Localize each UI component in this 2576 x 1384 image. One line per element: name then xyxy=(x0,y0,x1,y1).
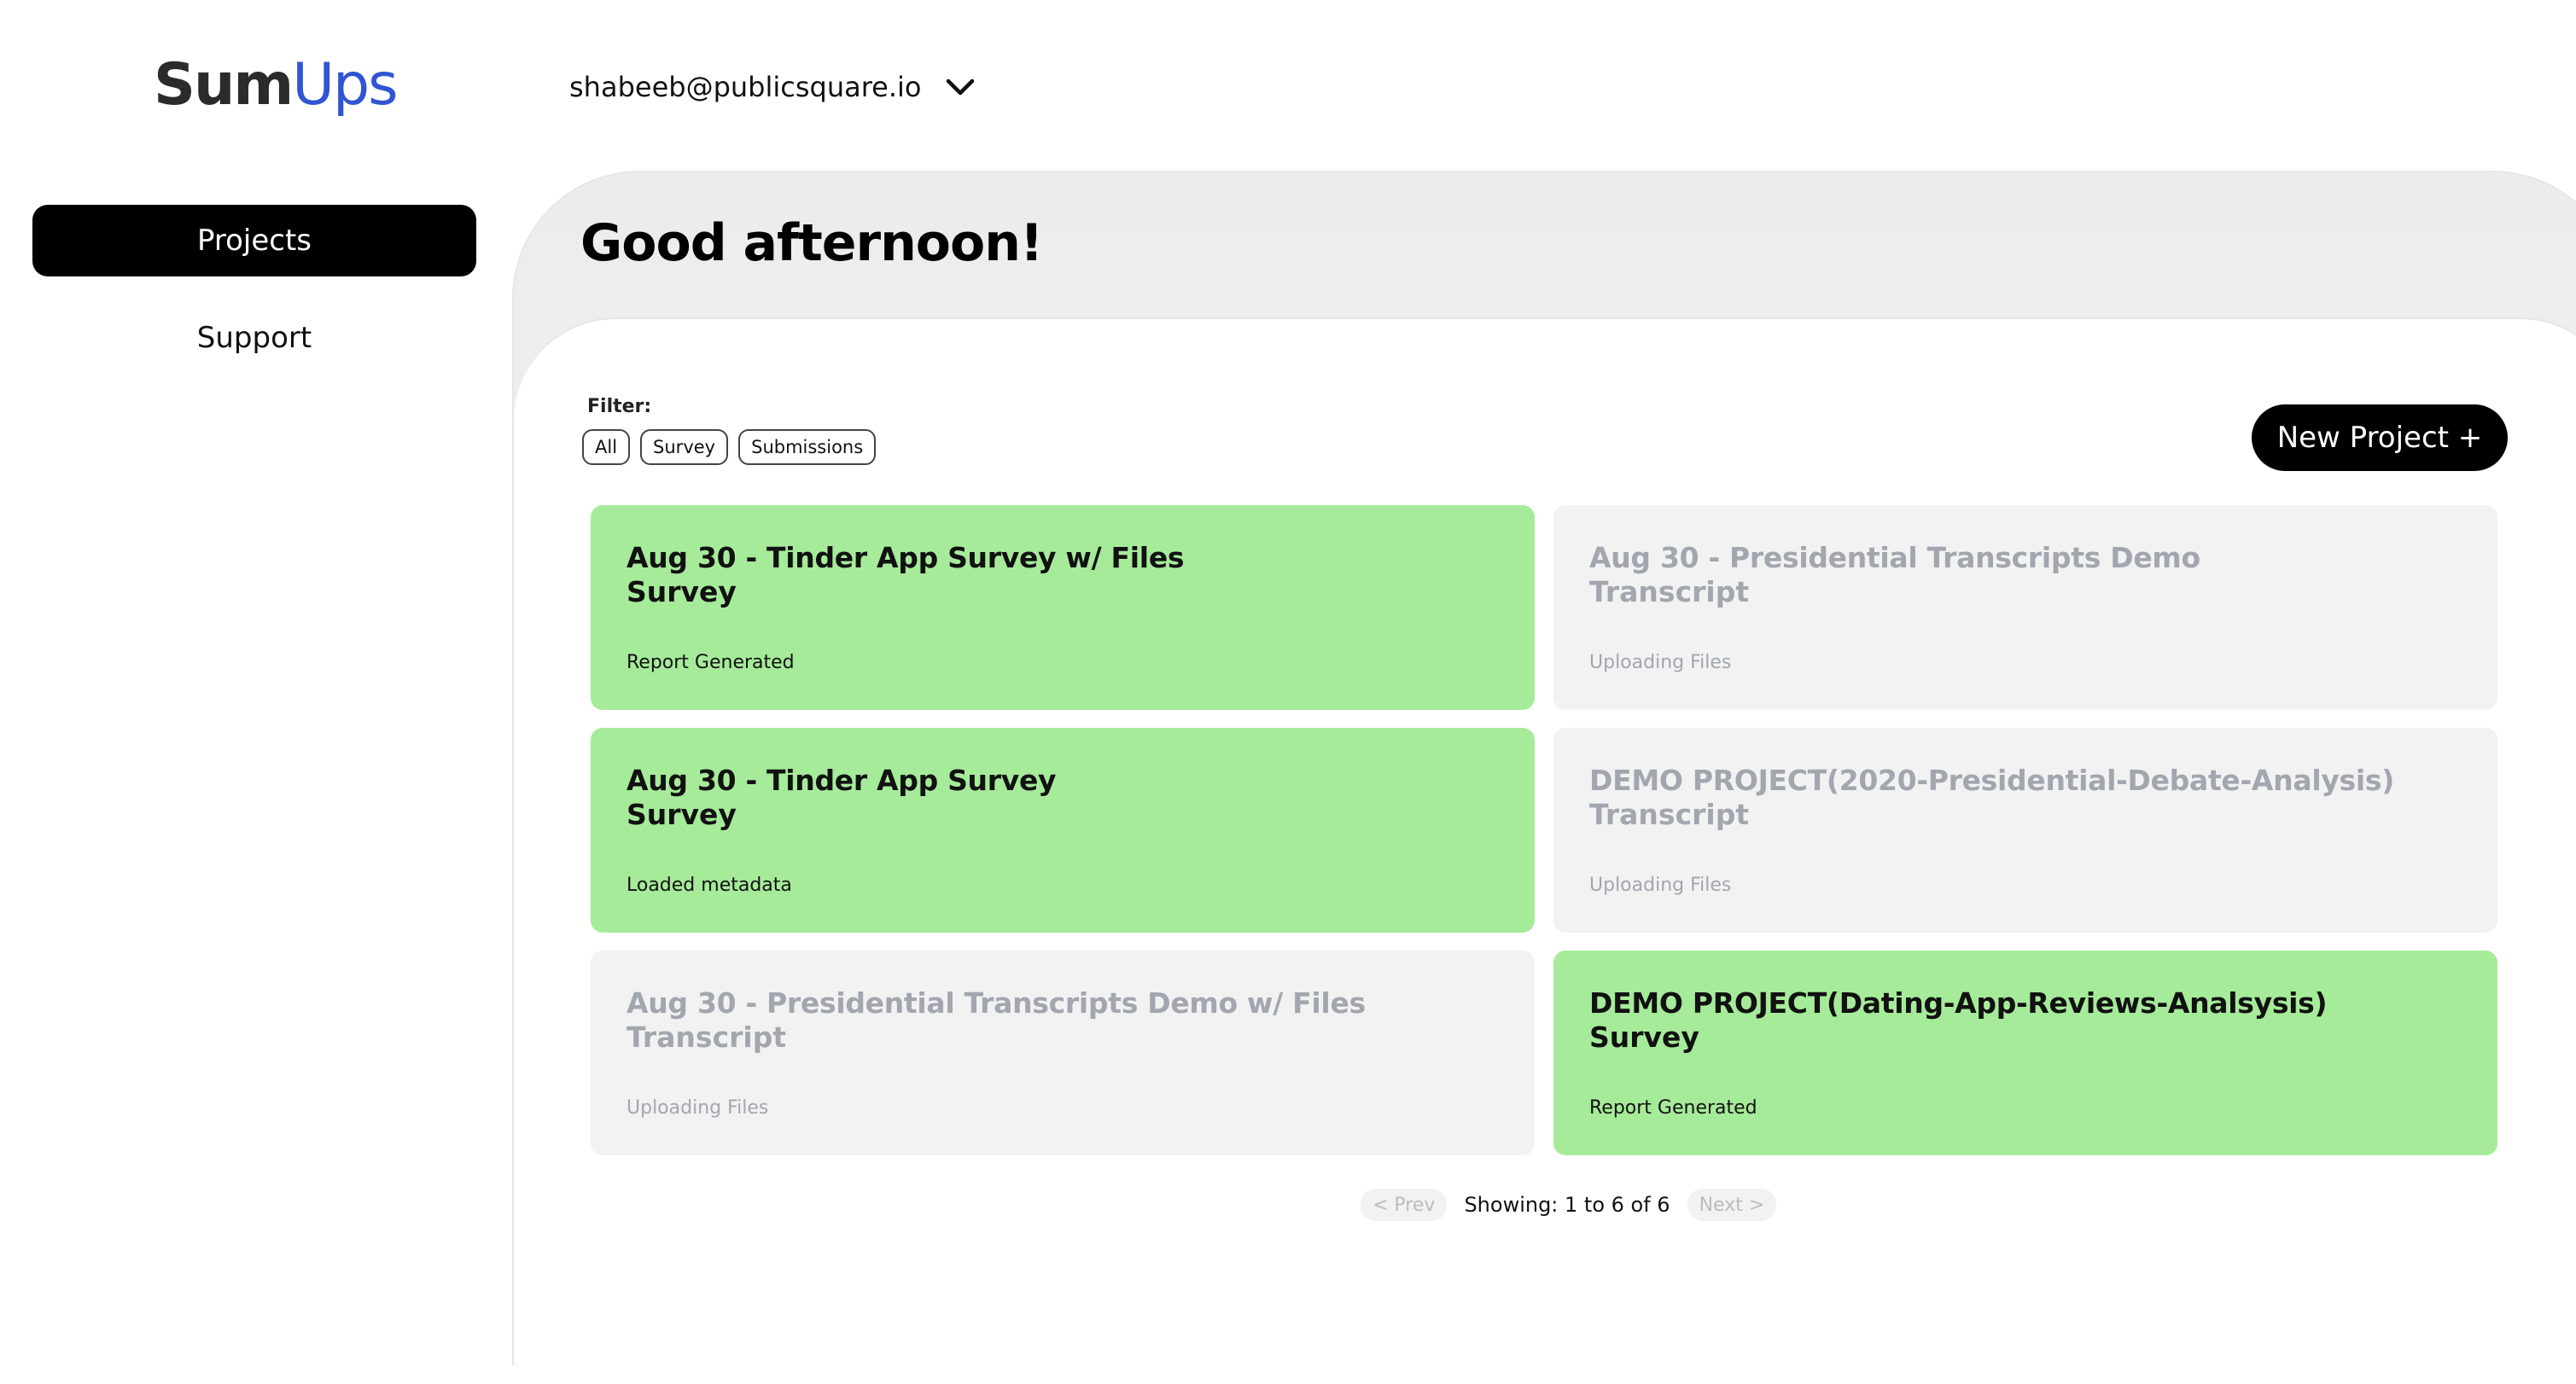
project-title: Aug 30 - Tinder App Survey w/ Files xyxy=(627,541,1185,574)
page-title: Good afternoon! xyxy=(580,213,1043,273)
project-grid: Aug 30 - Tinder App Survey w/ Files Surv… xyxy=(591,505,2499,1155)
prev-page-button[interactable]: < Prev xyxy=(1361,1189,1448,1221)
sidebar-nav: Projects Support xyxy=(32,205,476,399)
project-status: Report Generated xyxy=(627,652,795,673)
project-card[interactable]: Aug 30 - Tinder App Survey w/ Files Surv… xyxy=(591,505,1535,710)
new-project-button[interactable]: New Project + xyxy=(2252,404,2508,471)
filter-chip-all[interactable]: All xyxy=(582,429,631,465)
sidebar-item-label: Projects xyxy=(196,224,312,258)
project-type: Transcript xyxy=(1589,798,1750,831)
sidebar-item-label: Support xyxy=(196,321,312,355)
chevron-down-icon[interactable] xyxy=(946,78,975,96)
project-type: Survey xyxy=(1589,1021,1699,1054)
project-card[interactable]: Aug 30 - Presidential Transcripts Demo w… xyxy=(591,951,1535,1155)
project-type: Transcript xyxy=(627,1021,787,1054)
project-type: Survey xyxy=(627,575,737,608)
project-title: Aug 30 - Presidential Transcripts Demo xyxy=(1589,541,2200,574)
pagination-summary: Showing: 1 to 6 of 6 xyxy=(1464,1193,1670,1217)
project-status: Uploading Files xyxy=(627,1097,769,1119)
filter-label: Filter: xyxy=(587,396,652,417)
project-type: Transcript xyxy=(1589,575,1750,608)
filter-chip-survey[interactable]: Survey xyxy=(640,429,729,465)
logo-text-sum: Sum xyxy=(154,51,294,119)
project-title: DEMO PROJECT(Dating-App-Reviews-Analsysi… xyxy=(1589,986,2328,1020)
filter-chip-submissions[interactable]: Submissions xyxy=(738,429,877,465)
project-card[interactable]: Aug 30 - Presidential Transcripts Demo T… xyxy=(1553,505,2497,710)
project-title: Aug 30 - Tinder App Survey xyxy=(627,764,1057,797)
project-card[interactable]: DEMO PROJECT(Dating-App-Reviews-Analsysi… xyxy=(1553,951,2497,1155)
project-status: Report Generated xyxy=(1589,1097,1757,1119)
project-status: Uploading Files xyxy=(1589,875,1732,896)
pagination: < Prev Showing: 1 to 6 of 6 Next > xyxy=(1361,1189,1777,1221)
project-card[interactable]: Aug 30 - Tinder App Survey Survey Loaded… xyxy=(591,728,1535,933)
project-status: Uploading Files xyxy=(1589,652,1732,673)
account-dropdown[interactable]: shabeeb@publicsquare.io xyxy=(569,61,975,113)
project-status: Loaded metadata xyxy=(627,875,792,896)
next-page-button[interactable]: Next > xyxy=(1687,1189,1777,1221)
sumups-logo[interactable]: SumUps xyxy=(154,51,399,119)
logo-text-ups: Ups xyxy=(292,51,398,119)
filter-group: All Survey Submissions xyxy=(582,429,877,465)
project-title: DEMO PROJECT(2020-Presidential-Debate-An… xyxy=(1589,764,2395,797)
sidebar-item-support[interactable]: Support xyxy=(32,302,476,374)
project-card[interactable]: DEMO PROJECT(2020-Presidential-Debate-An… xyxy=(1553,728,2497,933)
project-type: Survey xyxy=(627,798,737,831)
sidebar-item-projects[interactable]: Projects xyxy=(32,205,476,276)
project-title: Aug 30 - Presidential Transcripts Demo w… xyxy=(627,986,1366,1020)
account-email: shabeeb@publicsquare.io xyxy=(569,71,922,103)
